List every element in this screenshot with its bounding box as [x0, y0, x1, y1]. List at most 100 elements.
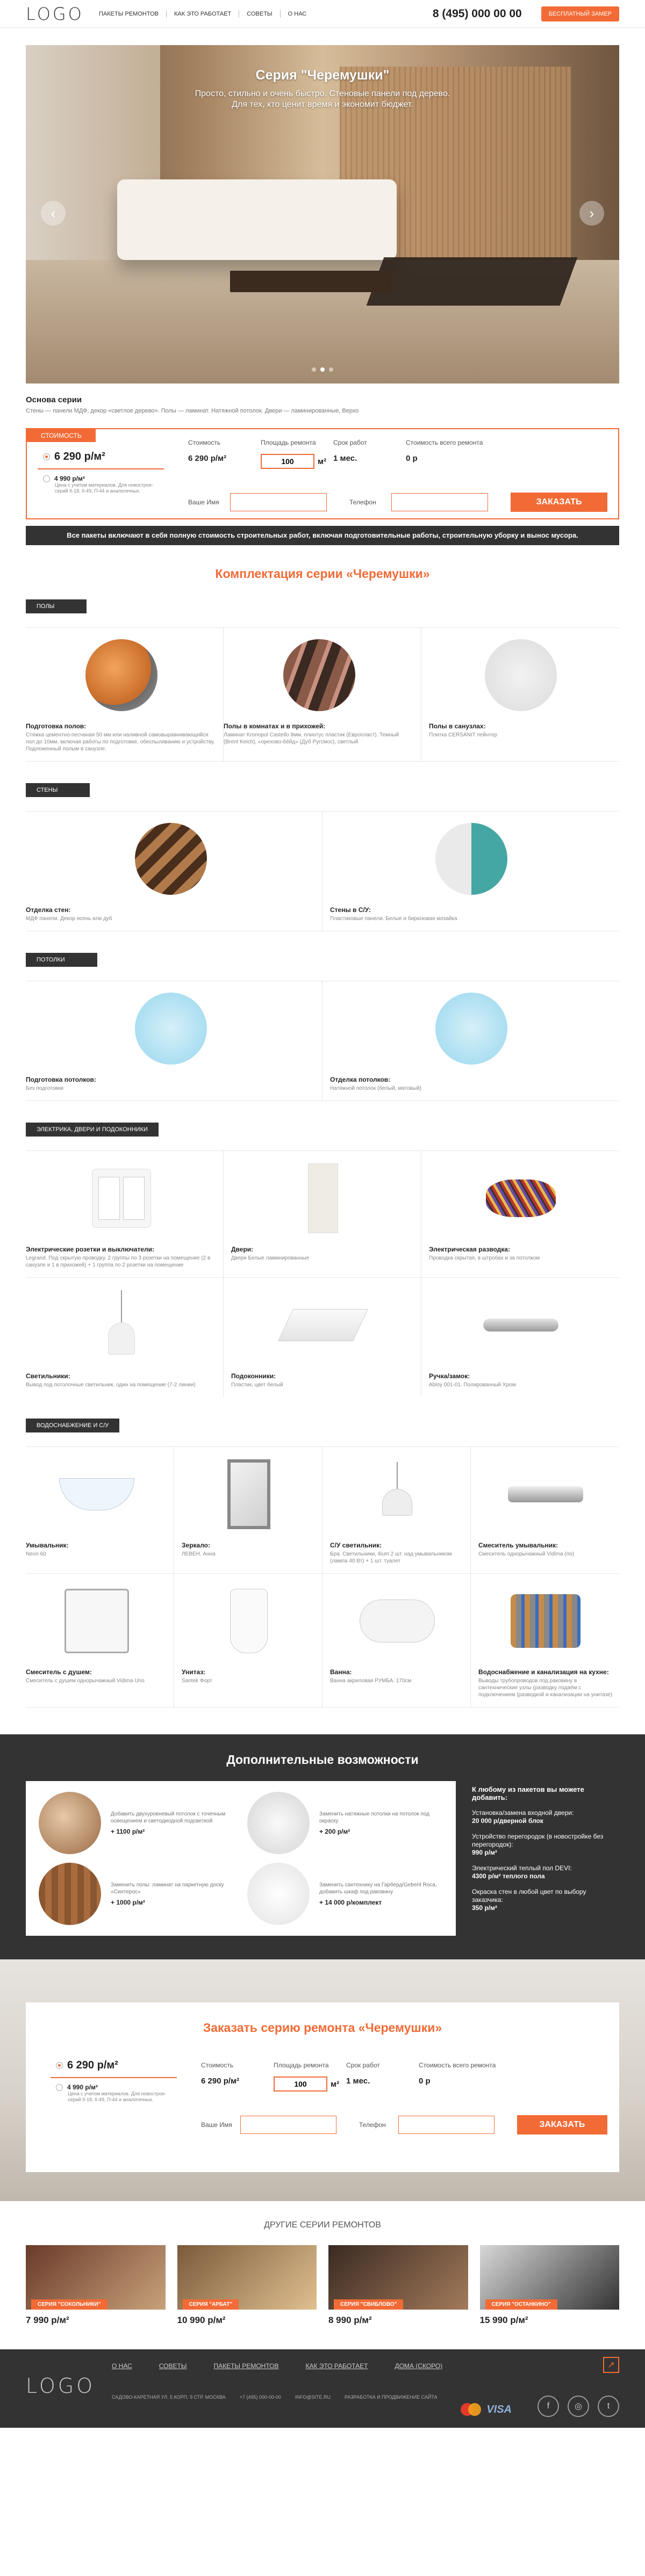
- nav-about[interactable]: О нас: [280, 10, 314, 18]
- kit-item-text: МДФ панели. Декор ясень или дуб: [26, 916, 112, 922]
- scroll-up-icon[interactable]: ↗: [603, 2357, 619, 2373]
- mirror-image: [227, 1459, 270, 1529]
- area-input[interactable]: [261, 454, 314, 469]
- side-label: Окраска стен в любой цвет по выбору зака…: [472, 1888, 586, 1904]
- additional-item[interactable]: Заменить сантехнику на Гарберд/Geberit R…: [247, 1863, 443, 1925]
- series-cards: Серия "Сокольники" 7 990 р/м² Серия "Арб…: [26, 2245, 619, 2326]
- footer-dev[interactable]: РАЗРАБОТКА И ПРОДВИЖЕНИЕ САЙТА: [345, 2394, 438, 2400]
- radio-icon[interactable]: [56, 2083, 63, 2091]
- slider-prev-arrow-icon[interactable]: ‹: [41, 201, 66, 226]
- price-alt: 4 990 р/м²: [54, 475, 85, 482]
- term-value: 1 мес.: [346, 2076, 370, 2086]
- footer-phone[interactable]: +7 (495) 000-00-00: [240, 2394, 281, 2400]
- footer-link-about[interactable]: О нас: [112, 2362, 132, 2370]
- order-button[interactable]: Заказать: [511, 493, 607, 512]
- radio-selected-icon[interactable]: [56, 2062, 63, 2069]
- kit-item-title: Отделка стен:: [26, 906, 71, 914]
- divider: [38, 468, 164, 469]
- phone-label: Телефон: [359, 2121, 386, 2129]
- additional-item[interactable]: Добавить двухуровневый потолок с точечны…: [39, 1792, 234, 1854]
- price-option-main[interactable]: 6 290 р/м²: [56, 2059, 188, 2072]
- series-image[interactable]: Серия "Сокольники": [26, 2245, 166, 2310]
- additional-title: Дополнительные возможности: [226, 1753, 419, 1767]
- group-electric: Электрика, двери и подоконники Электриче…: [26, 1123, 619, 1397]
- kit-item: Смеситель умывальник: Смеситель однорыча…: [471, 1447, 619, 1573]
- price-alt: 4 990 р/м²: [67, 2083, 98, 2091]
- series-card[interactable]: Серия "Свиблово" 8 990 р/м²: [328, 2245, 468, 2326]
- additional-item[interactable]: Заменить полы: ламинат на паркетную доск…: [39, 1863, 234, 1925]
- kit-item-title: Полы в санузлах:: [429, 722, 486, 730]
- nav-how-it-works[interactable]: Как это работает: [166, 10, 239, 18]
- kit-item: Светильники: Вывод под потолочные светил…: [26, 1278, 224, 1397]
- phone-input[interactable]: [391, 493, 488, 511]
- series-card[interactable]: Серия "Сокольники" 7 990 р/м²: [26, 2245, 166, 2326]
- slider-dot-active[interactable]: [320, 367, 325, 372]
- series-image[interactable]: Серия "Останкино": [479, 2245, 619, 2310]
- toilet-image: [230, 1589, 268, 1653]
- kit-item-title: Унитаз:: [182, 1668, 206, 1676]
- kit-item: Отделка стен: МДФ панели. Декор ясень ил…: [26, 812, 322, 931]
- free-measure-button[interactable]: Бесплатный замер: [541, 6, 619, 21]
- sanitary-image: [247, 1863, 310, 1925]
- kit-item-title: Двери:: [231, 1246, 254, 1253]
- series-card[interactable]: Серия "Арбат" 10 990 р/м²: [177, 2245, 317, 2326]
- kit-item-title: С/У светильник:: [330, 1542, 382, 1549]
- radio-icon[interactable]: [43, 475, 50, 482]
- price-option-alt[interactable]: 4 990 р/м²: [56, 2083, 188, 2091]
- page: LOGO Пакеты ремонтов Как это работает Со…: [0, 0, 645, 2428]
- additional-price: + 1100 р/м²: [111, 1828, 145, 1835]
- slider-dot[interactable]: [329, 367, 333, 372]
- series-card[interactable]: Серия "Останкино" 15 990 р/м²: [479, 2245, 619, 2326]
- series-badge: Серия "Сокольники": [31, 2299, 108, 2310]
- slider-next-arrow-icon[interactable]: ›: [579, 201, 604, 226]
- kit-item-text: Santek Форт: [182, 1678, 212, 1684]
- phone-input[interactable]: [398, 2116, 494, 2134]
- kit-item: Электрические розетки и выключатели: Leg…: [26, 1151, 224, 1277]
- term-label: Срок работ: [333, 439, 367, 446]
- footer-link-how[interactable]: Как это работает: [306, 2362, 368, 2370]
- kit-item-title: Отделка потолков:: [330, 1076, 391, 1083]
- footer-link-tips[interactable]: Советы: [159, 2362, 187, 2370]
- twitter-icon[interactable]: t: [598, 2396, 619, 2417]
- kit-item: Водоснабжение и канализация на кухне: Вы…: [471, 1574, 619, 1707]
- total-value: 0 р: [406, 454, 418, 463]
- additional-item[interactable]: Заменить натяжные потолки на потолок под…: [247, 1792, 443, 1854]
- price-option-main[interactable]: 6 290 р/м²: [43, 451, 175, 463]
- series-image[interactable]: Серия "Свиблово": [328, 2245, 468, 2310]
- slider-dot[interactable]: [312, 367, 316, 372]
- kit-item-title: Смеситель с душем:: [26, 1668, 92, 1676]
- series-image[interactable]: Серия "Арбат": [177, 2245, 317, 2310]
- divider: [51, 2077, 177, 2078]
- header: LOGO Пакеты ремонтов Как это работает Со…: [0, 0, 645, 28]
- radio-selected-icon[interactable]: [43, 453, 50, 460]
- kit-item: Подготовка потолков: Без подготовки: [26, 981, 322, 1101]
- logo[interactable]: LOGO: [26, 4, 85, 24]
- nav-tips[interactable]: Советы: [239, 10, 280, 18]
- hero-line-1: Просто, стильно и очень быстро. Стеновые…: [195, 89, 450, 98]
- footer-email[interactable]: INFO@SITE.RU: [295, 2394, 331, 2400]
- facebook-icon[interactable]: f: [538, 2396, 559, 2417]
- group-plumbing: Водоснабжение и С/У Умывальник: Neon 60 …: [26, 1419, 619, 1707]
- price-option-alt[interactable]: 4 990 р/м²: [43, 475, 175, 482]
- total-label: Стоимость всего ремонта: [406, 439, 483, 446]
- footer-link-homes[interactable]: Дома (СКОРО): [395, 2362, 442, 2370]
- name-input[interactable]: [240, 2116, 336, 2134]
- kit-item: Смеситель с душем: Смеситель с душем одн…: [26, 1574, 174, 1707]
- price-note-1: Цена с учетом материалов. Для новострое-: [55, 482, 153, 488]
- order-button[interactable]: Заказать: [517, 2115, 607, 2134]
- calc-columns: Стоимость 6 290 р/м² Площадь ремонта м² …: [201, 2061, 515, 2092]
- area-input[interactable]: [274, 2076, 327, 2092]
- price-tab: Стоимость: [27, 429, 96, 442]
- calc-columns: Стоимость 6 290 р/м² Площадь ремонта м² …: [188, 439, 503, 469]
- series-badge: Серия "Арбат": [182, 2299, 239, 2310]
- kit-item-text: Смеситель с душем однорычажный Vidima Un…: [26, 1678, 145, 1684]
- instagram-icon[interactable]: ◎: [568, 2396, 589, 2417]
- footer-link-packages[interactable]: Пакеты ремонтов: [213, 2362, 278, 2370]
- payment-cards: VISA: [461, 2403, 512, 2416]
- wiring-image: [486, 1180, 556, 1217]
- footer-logo[interactable]: LOGO: [26, 2374, 95, 2398]
- nav-packages[interactable]: Пакеты ремонтов: [91, 10, 166, 18]
- header-phone[interactable]: 8 (495) 000 00 00: [433, 8, 522, 20]
- name-input[interactable]: [230, 493, 327, 511]
- hero-line-2: Для тех, кто ценит время и экономит бюдж…: [232, 100, 413, 109]
